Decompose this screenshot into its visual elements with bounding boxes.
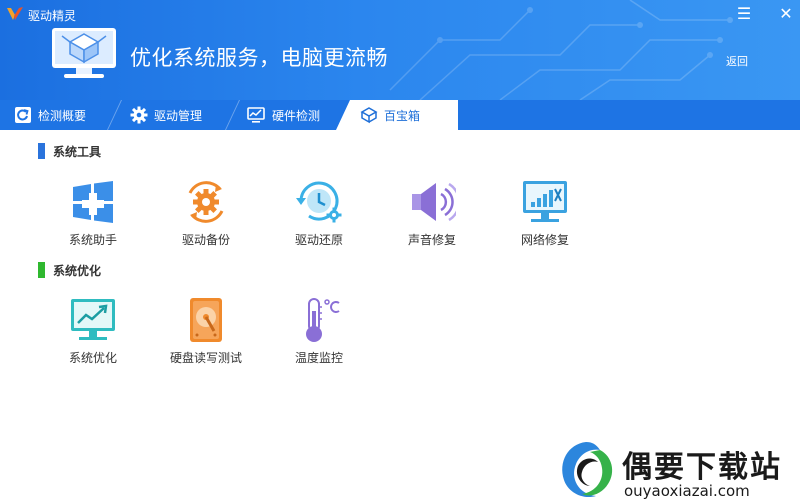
clock-restore-icon xyxy=(296,181,342,223)
section-header-system-tools: 系统工具 xyxy=(38,142,101,160)
tool-label: 硬盘读写测试 xyxy=(169,351,242,365)
monitor-trend-icon xyxy=(71,299,115,340)
thermometer-icon xyxy=(306,298,340,342)
tab-label: 检测概要 xyxy=(38,108,87,123)
tool-sound-repair[interactable]: 声音修复 xyxy=(384,179,480,248)
tool-temperature-monitor[interactable]: 温度监控 xyxy=(271,297,367,366)
tab-label: 硬件检测 xyxy=(272,108,321,123)
monitor-chart-icon xyxy=(247,107,265,123)
driver-genius-logo-icon xyxy=(7,7,23,20)
tab-label: 百宝箱 xyxy=(384,108,421,123)
section-marker xyxy=(38,143,45,159)
watermark-title: 偶要下载站 xyxy=(622,450,782,485)
gear-backup-icon xyxy=(188,181,224,223)
tool-label: 驱动备份 xyxy=(181,233,230,247)
monitor-toolbox-icon xyxy=(52,28,116,78)
section-marker xyxy=(38,262,45,278)
tool-system-optimize[interactable]: 系统优化 xyxy=(45,297,141,366)
tab-bar: 检测概要 驱动管理 硬件检测 百宝箱 xyxy=(0,100,800,130)
window-close-button[interactable]: ✕ xyxy=(776,4,796,24)
ouyao-swirl-logo-icon xyxy=(562,442,613,498)
tool-system-assistant[interactable]: 系统助手 xyxy=(45,179,141,248)
section-header-system-optimization: 系统优化 xyxy=(38,261,101,279)
section-title: 系统工具 xyxy=(53,144,102,159)
header-banner: 驱动精灵 ☰ ✕ 优化系统服务，电脑更流畅 返回 xyxy=(0,0,800,100)
tab-label: 驱动管理 xyxy=(154,108,203,123)
tool-label: 系统优化 xyxy=(68,351,117,365)
tool-label: 声音修复 xyxy=(407,233,456,247)
tool-label: 驱动还原 xyxy=(294,233,343,247)
watermark: 偶要下载站 ouyaoxiazai.com xyxy=(548,438,800,504)
tab-hardware-detection[interactable]: 硬件检测 xyxy=(246,100,346,130)
windows-plus-icon xyxy=(73,181,113,223)
tool-network-repair[interactable]: 网络修复 xyxy=(497,179,593,248)
tool-disk-rw-test[interactable]: 硬盘读写测试 xyxy=(158,297,254,366)
page-title: 优化系统服务，电脑更流畅 xyxy=(130,46,388,70)
tool-label: 温度监控 xyxy=(294,351,343,365)
speaker-icon xyxy=(412,182,456,222)
circuit-pattern-decoration xyxy=(389,0,733,100)
back-link[interactable]: 返回 xyxy=(726,53,748,69)
window-menu-button[interactable]: ☰ xyxy=(734,4,754,24)
toolbox-icon xyxy=(360,107,378,124)
section-title: 系统优化 xyxy=(53,263,102,278)
tool-driver-backup[interactable]: 驱动备份 xyxy=(158,179,254,248)
tool-driver-restore[interactable]: 驱动还原 xyxy=(271,179,367,248)
tool-label: 网络修复 xyxy=(520,233,569,247)
refresh-check-icon xyxy=(15,107,31,123)
tool-label: 系统助手 xyxy=(68,233,117,247)
gear-icon xyxy=(130,106,148,124)
monitor-signal-icon xyxy=(523,181,567,222)
hard-disk-icon xyxy=(190,298,222,342)
watermark-url: ouyaoxiazai.com xyxy=(624,482,750,500)
tab-driver-management[interactable]: 驱动管理 xyxy=(130,100,230,130)
tab-toolbox[interactable]: 百宝箱 xyxy=(336,100,458,130)
tab-detection-summary[interactable]: 检测概要 xyxy=(14,100,114,130)
